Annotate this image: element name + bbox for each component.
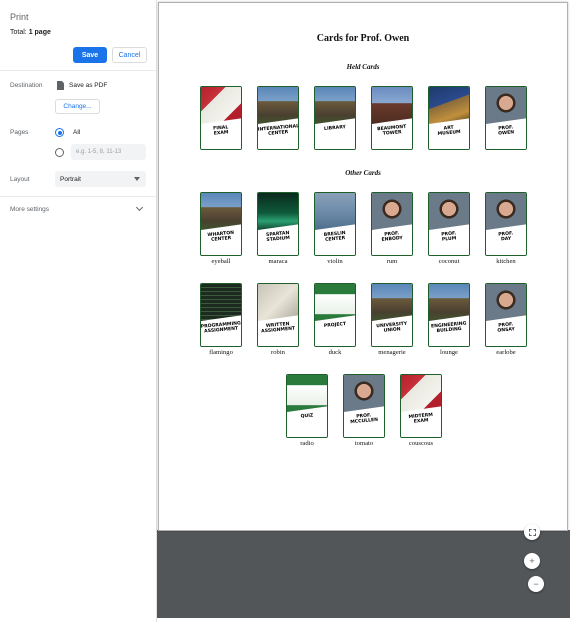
card: SPARTAN STADIUM — [257, 192, 299, 256]
file-icon — [57, 81, 64, 90]
card: ENGINEERING BUILDING — [428, 283, 470, 347]
zoom-in-button[interactable]: + — [524, 553, 540, 569]
pages-label: Pages — [10, 129, 29, 136]
card-label-band — [315, 117, 355, 149]
dropdown-caret-icon — [134, 177, 140, 181]
card-word: rum — [386, 258, 398, 265]
total-value: 1 page — [28, 29, 51, 36]
card-word: radio — [300, 440, 314, 447]
card-word: menagerie — [378, 349, 406, 356]
card-word: kitchen — [496, 258, 516, 265]
save-button[interactable]: Save — [73, 47, 107, 63]
card-word: couscous — [408, 440, 434, 447]
more-settings-toggle[interactable]: More settings — [0, 200, 156, 218]
card-word: violin — [327, 258, 343, 265]
card-word: coconut — [438, 258, 460, 265]
card: PROF. ONSAY — [485, 283, 527, 347]
card: QUIZ — [286, 374, 328, 438]
card-label-band — [287, 405, 327, 437]
fit-to-page-icon — [528, 528, 536, 536]
pages-all-radio[interactable] — [55, 128, 64, 137]
card: PROF. MCCULLEN — [343, 374, 385, 438]
destination-label: Destination — [10, 82, 43, 89]
chevron-down-icon — [135, 203, 144, 212]
held-cards-heading: Held Cards — [346, 63, 380, 71]
card: PROF. DAY — [485, 192, 527, 256]
card: PROF. PLUM — [428, 192, 470, 256]
card-word: flamingo — [209, 349, 233, 356]
card-word: robin — [271, 349, 285, 356]
total-pages: Total: 1 page — [10, 29, 51, 36]
divider — [0, 70, 156, 71]
card: LIBRARY — [314, 86, 356, 150]
pages-all-label: All — [73, 129, 81, 136]
card: WRITTEN ASSIGNMENT — [257, 283, 299, 347]
fit-to-page-button[interactable] — [524, 524, 540, 540]
change-destination-button[interactable]: Change... — [55, 99, 100, 114]
card-word: duck — [328, 349, 342, 356]
card: PROF. ENBODY — [371, 192, 413, 256]
card-word: lounge — [440, 349, 458, 356]
zoom-out-button[interactable]: − — [528, 576, 544, 592]
card: INTERNATIONAL CENTER — [257, 86, 299, 150]
card-label-band — [315, 314, 355, 346]
other-cards-heading: Other Cards — [345, 169, 381, 177]
layout-label: Layout — [10, 176, 30, 183]
print-settings-panel: Print Total: 1 page Save Cancel Destinat… — [0, 0, 157, 622]
card-word: maraca — [268, 258, 288, 265]
more-settings-label: More settings — [10, 206, 50, 213]
card: MIDTERM EXAM — [400, 374, 442, 438]
card: BEAUMONT TOWER — [371, 86, 413, 150]
card: UNIVERSITY UNION — [371, 283, 413, 347]
card: PROGRAMMING ASSIGNMENT — [200, 283, 242, 347]
layout-value: Portrait — [60, 175, 81, 183]
card: BRESLIN CENTER — [314, 192, 356, 256]
card: ART MUSEUM — [428, 86, 470, 150]
card: PROF. OWEN — [485, 86, 527, 150]
layout-select[interactable]: Portrait — [55, 171, 146, 187]
print-title: Print — [10, 12, 29, 22]
card-word: tomato — [354, 440, 374, 447]
card: PROJECT — [314, 283, 356, 347]
card: FINAL EXAM — [200, 86, 242, 150]
preview-page: Cards for Prof. Owen Held Cards Other Ca… — [158, 2, 568, 531]
page-range-input[interactable]: e.g. 1-5, 8, 11-13 — [71, 144, 146, 160]
page-title: Cards for Prof. Owen — [316, 33, 410, 44]
pages-custom-radio[interactable] — [55, 148, 64, 157]
divider — [0, 196, 156, 197]
card-word: eyeball — [211, 258, 231, 265]
card: WHARTON CENTER — [200, 192, 242, 256]
total-label: Total: — [10, 29, 29, 36]
card-word: earlobe — [496, 349, 516, 356]
viewer-background — [157, 530, 570, 618]
cancel-button[interactable]: Cancel — [112, 47, 147, 63]
destination-value: Save as PDF — [69, 82, 108, 89]
